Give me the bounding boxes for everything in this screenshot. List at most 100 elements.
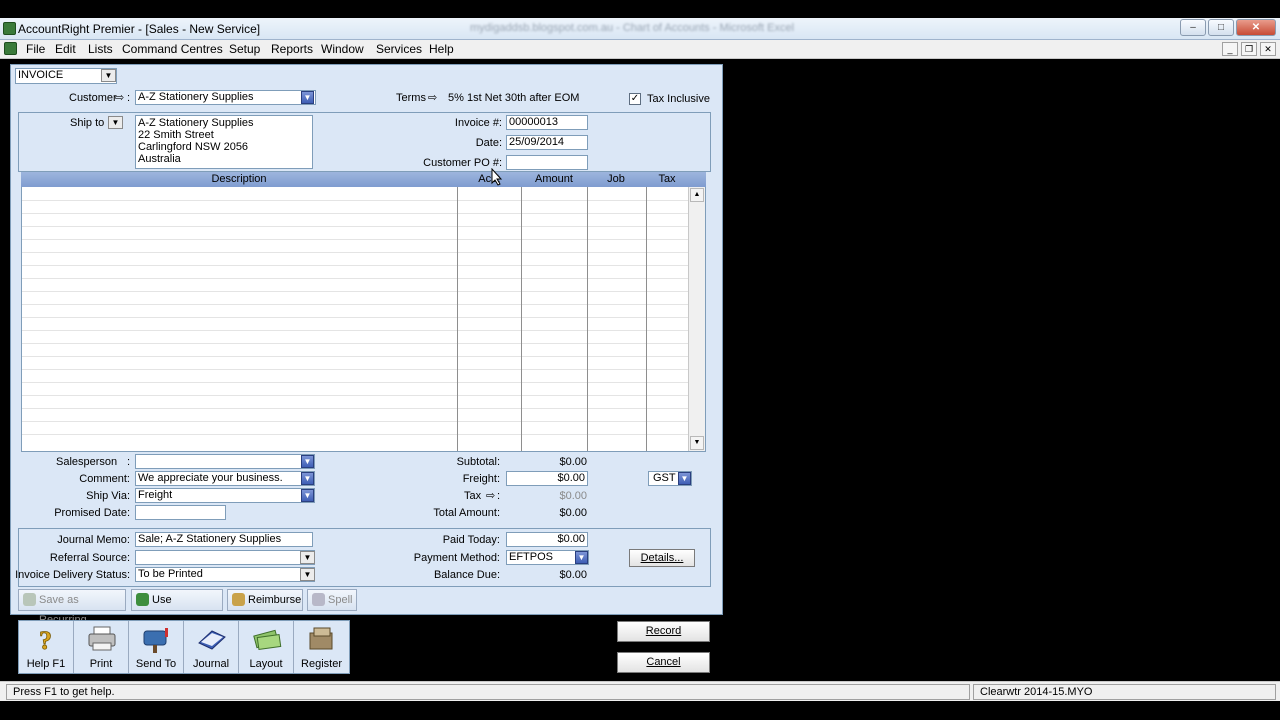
invoice-delivery-status-field[interactable]: To be Printed [135, 567, 315, 582]
line-items-grid[interactable]: ▲ ▼ [21, 187, 706, 452]
use-recurring-icon [136, 593, 149, 606]
send-to-button[interactable]: Send To [129, 621, 184, 673]
menu-command-centres[interactable]: Command Centres [122, 42, 223, 56]
ship-to-line-1: A-Z Stationery Supplies [138, 117, 254, 129]
terms-arrow-icon[interactable]: ⇨ [428, 91, 437, 104]
menu-bar: File Edit Lists Command Centres Setup Re… [0, 40, 1280, 59]
menu-help[interactable]: Help [429, 42, 454, 56]
invoice-type-dropdown-icon[interactable]: ▼ [101, 69, 116, 82]
use-recurring-button[interactable]: Use Recurring [131, 589, 223, 626]
salesperson-label: Salesperson [56, 456, 118, 468]
scroll-up-icon[interactable]: ▲ [690, 188, 704, 202]
record-button[interactable]: Record [617, 621, 710, 642]
minimize-button[interactable]: – [1180, 19, 1206, 36]
grid-scrollbar[interactable]: ▲ ▼ [688, 187, 705, 451]
payment-method-dropdown-icon[interactable]: ▼ [575, 551, 588, 564]
tax-value: $0.00 [559, 490, 587, 502]
terms-label: Terms [396, 92, 426, 104]
balance-due-value: $0.00 [559, 569, 587, 581]
date-value: 25/09/2014 [509, 136, 565, 148]
column-description[interactable]: Description [21, 173, 457, 185]
menu-window[interactable]: Window [321, 42, 364, 56]
column-amount[interactable]: Amount [521, 173, 587, 185]
comment-field[interactable]: We appreciate your business. [135, 471, 315, 486]
cancel-button-label: Cancel [646, 656, 681, 668]
spell-button[interactable]: Spell [307, 589, 357, 611]
register-button[interactable]: Register [294, 621, 349, 673]
ship-to-label: Ship to [70, 117, 105, 129]
customer-dropdown-icon[interactable]: ▼ [301, 91, 314, 104]
help-label: Help F1 [26, 658, 66, 670]
window-title: AccountRight Premier - [Sales - New Serv… [18, 22, 261, 36]
invoice-delivery-status-dropdown-icon[interactable]: ▼ [300, 568, 315, 581]
payment-method-value: EFTPOS [509, 551, 554, 563]
save-as-recurring-button[interactable]: Save as Recurring [18, 589, 126, 626]
freight-tax-code-value: GST [653, 472, 676, 484]
menu-file[interactable]: File [26, 42, 45, 56]
subtotal-value: $0.00 [559, 456, 587, 468]
salesperson-field[interactable] [135, 454, 315, 469]
ship-to-dropdown-icon[interactable]: ▼ [108, 116, 123, 129]
referral-source-field[interactable] [135, 550, 315, 565]
reimburse-label: Reimburse [248, 594, 302, 606]
scroll-down-icon[interactable]: ▼ [690, 436, 704, 450]
date-field[interactable]: 25/09/2014 [506, 135, 588, 150]
close-button[interactable]: ✕ [1236, 19, 1276, 36]
menu-services[interactable]: Services [376, 42, 422, 56]
details-button[interactable]: Details... [629, 549, 695, 567]
help-button[interactable]: ? Help F1 [19, 621, 74, 673]
column-tax[interactable]: Tax [645, 173, 689, 185]
ship-to-address[interactable]: A-Z Stationery Supplies 22 Smith Street … [135, 115, 313, 169]
details-button-label: Details... [640, 552, 684, 564]
invoice-number-label: Invoice #: [454, 117, 502, 129]
journal-memo-label: Journal Memo: [57, 534, 130, 546]
ship-via-dropdown-icon[interactable]: ▼ [301, 489, 314, 502]
total-amount-value: $0.00 [559, 507, 587, 519]
mdi-close-button[interactable]: ✕ [1260, 42, 1276, 56]
customer-label: Customer [69, 92, 117, 104]
freight-tax-dropdown-icon[interactable]: ▼ [678, 472, 691, 485]
document-icon[interactable] [4, 42, 17, 55]
journal-button[interactable]: Journal [184, 621, 239, 673]
ship-via-field[interactable]: Freight [135, 488, 315, 503]
reimburse-button[interactable]: Reimburse [227, 589, 303, 611]
layout-money-icon [253, 629, 282, 651]
app-icon [3, 22, 16, 35]
cancel-button[interactable]: Cancel [617, 652, 710, 673]
invoice-number-field[interactable]: 00000013 [506, 115, 588, 130]
menu-setup[interactable]: Setup [229, 42, 260, 56]
printer-icon [88, 626, 116, 651]
maximize-button[interactable]: □ [1208, 19, 1234, 36]
ship-via-value: Freight [138, 489, 173, 501]
freight-field[interactable]: $0.00 [506, 471, 588, 486]
reimburse-icon [232, 593, 245, 606]
customer-value: A-Z Stationery Supplies [138, 91, 254, 103]
menu-lists[interactable]: Lists [88, 42, 113, 56]
journal-label: Journal [192, 658, 230, 670]
mdi-restore-button[interactable]: ❐ [1241, 42, 1257, 56]
referral-source-dropdown-icon[interactable]: ▼ [300, 551, 315, 564]
customer-po-field[interactable] [506, 155, 588, 170]
freight-value: $0.00 [557, 472, 585, 484]
payment-method-label: Payment Method: [413, 552, 500, 564]
comment-dropdown-icon[interactable]: ▼ [301, 472, 314, 485]
paid-today-field[interactable]: $0.00 [506, 532, 588, 547]
balance-due-label: Balance Due: [433, 569, 500, 581]
promised-date-field[interactable] [135, 505, 226, 520]
salesperson-dropdown-icon[interactable]: ▼ [301, 455, 314, 468]
tax-inclusive-checkbox[interactable]: ✓ [629, 93, 641, 105]
menu-edit[interactable]: Edit [55, 42, 76, 56]
menu-reports[interactable]: Reports [271, 42, 313, 56]
column-acct[interactable]: Acct [457, 173, 521, 185]
spell-check-icon [312, 593, 325, 606]
status-bar: Press F1 to get help. Clearwtr 2014-15.M… [0, 681, 1280, 701]
column-job[interactable]: Job [587, 173, 645, 185]
status-file-name: Clearwtr 2014-15.MYO [973, 684, 1276, 700]
customer-arrow-icon[interactable]: ⇨ [115, 91, 124, 104]
journal-memo-field[interactable]: Sale; A-Z Stationery Supplies [135, 532, 313, 547]
customer-field[interactable]: A-Z Stationery Supplies [135, 90, 316, 105]
tax-arrow-icon[interactable]: ⇨ [486, 489, 495, 502]
print-button[interactable]: Print [74, 621, 129, 673]
mdi-minimize-button[interactable]: _ [1222, 42, 1238, 56]
layout-button[interactable]: Layout [239, 621, 294, 673]
